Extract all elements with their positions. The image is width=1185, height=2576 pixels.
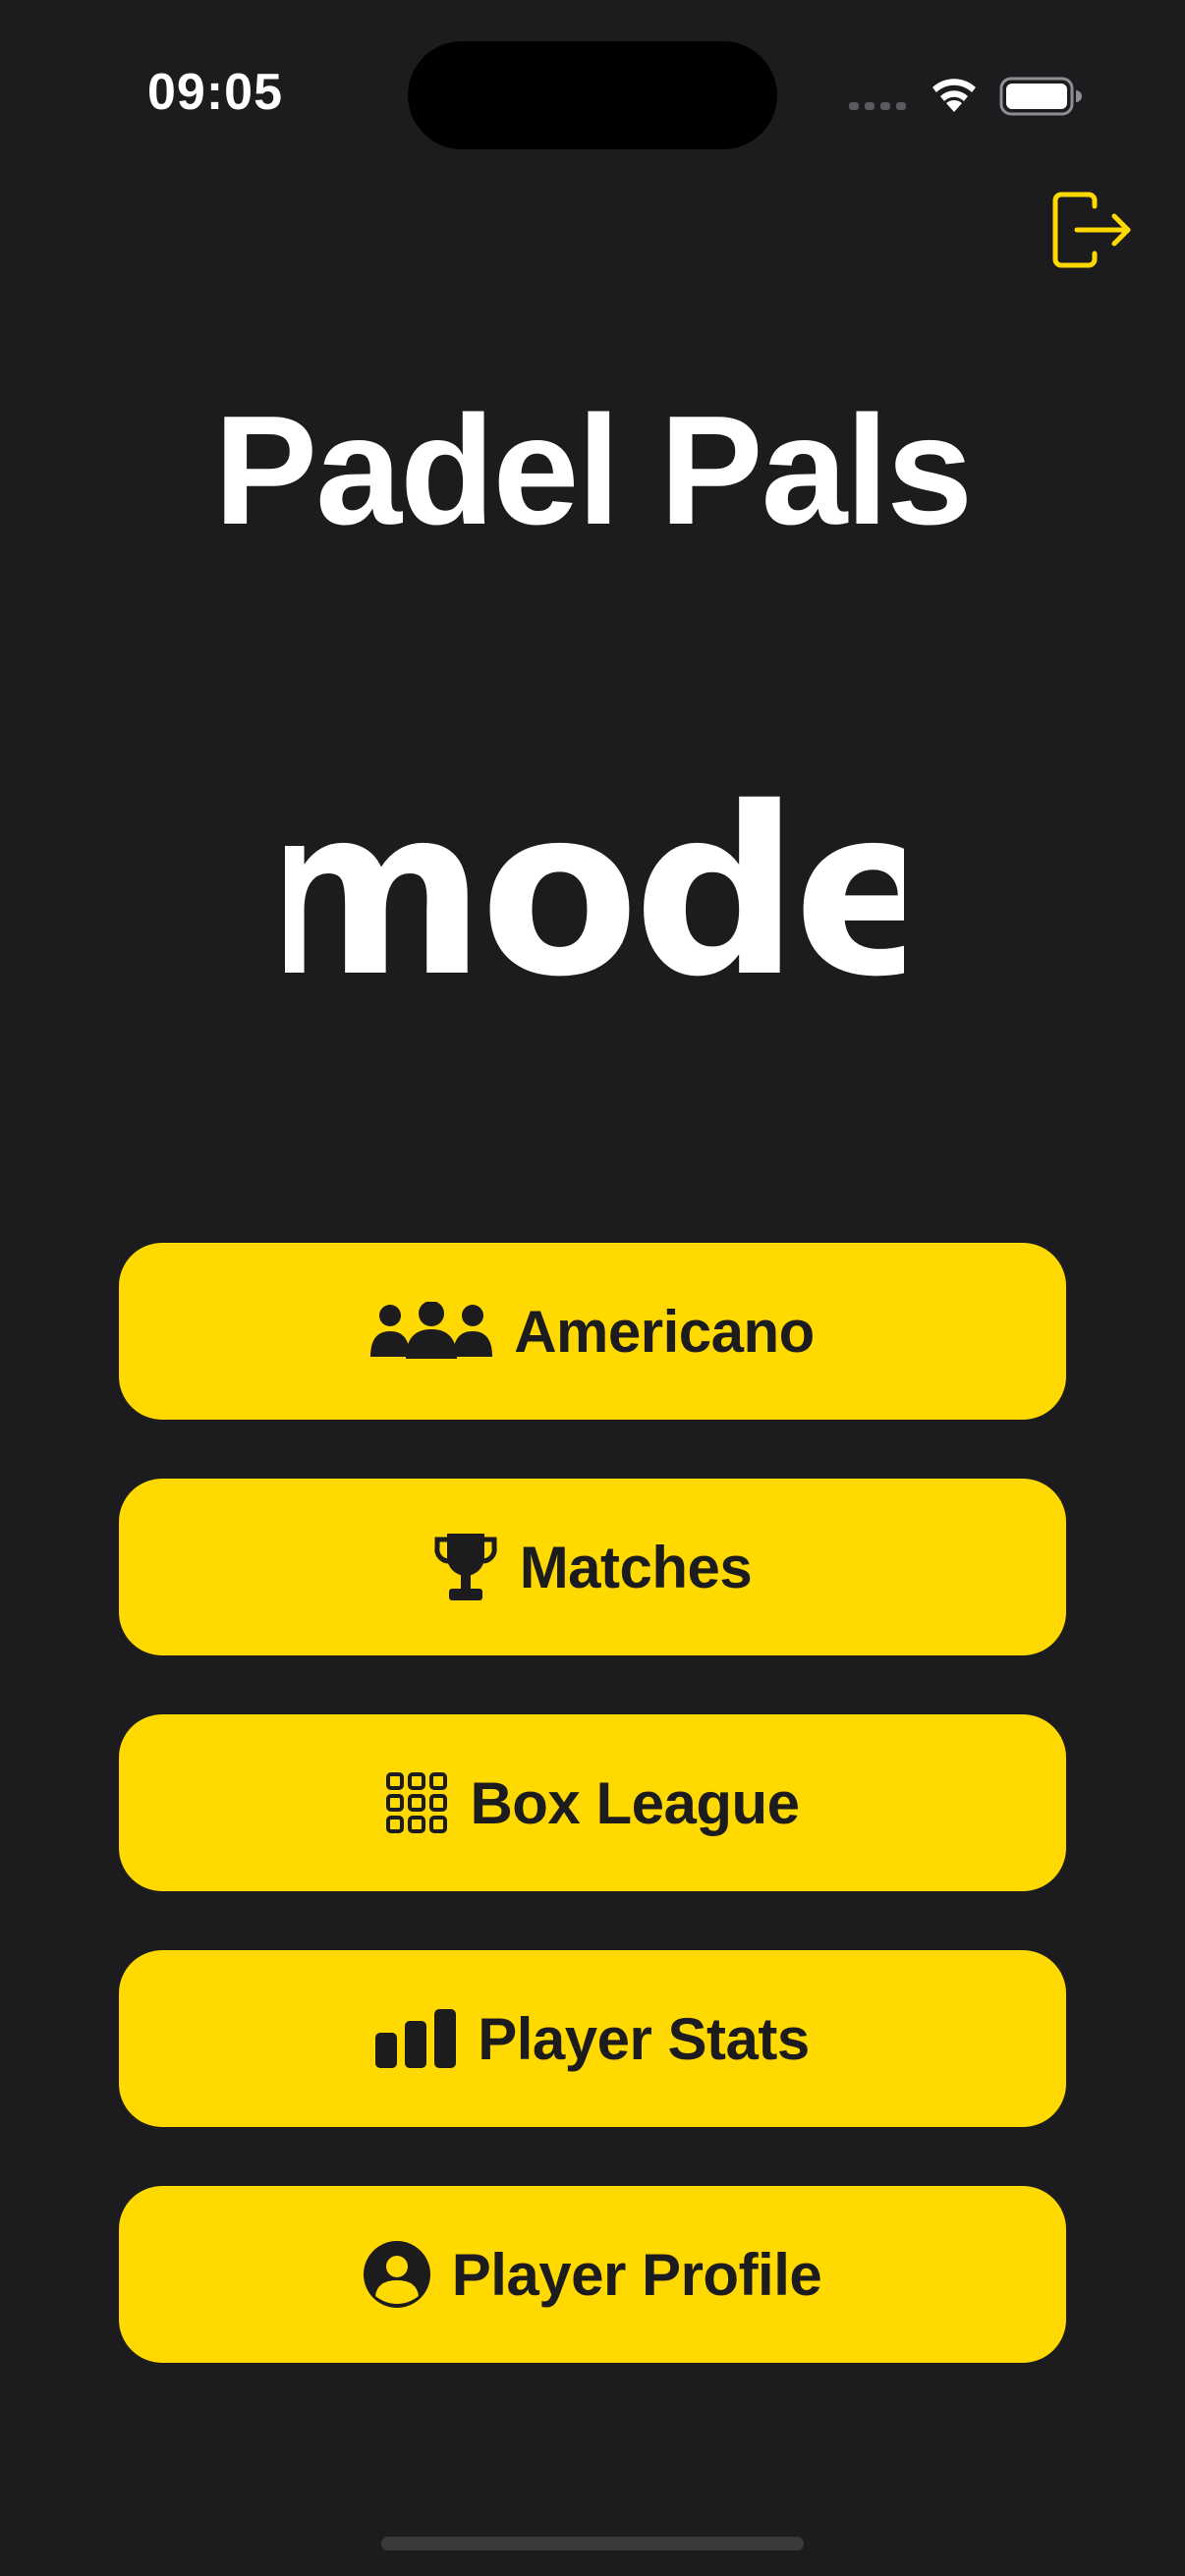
box-league-button[interactable]: Box League [119,1714,1066,1891]
americano-button[interactable]: Americano [119,1243,1066,1420]
main-menu: Americano Matches Box League Player Stat… [119,1243,1066,2422]
person-circle-icon [363,2241,430,2308]
battery-icon [999,77,1082,116]
mode-logo: mode [244,757,950,1028]
wifi-icon [932,79,976,112]
americano-label: Americano [514,1298,815,1365]
status-icons [847,71,1083,120]
logout-button[interactable] [1049,189,1134,273]
player-profile-button[interactable]: Player Profile [119,2186,1066,2363]
player-profile-label: Player Profile [451,2241,822,2308]
player-stats-button[interactable]: Player Stats [119,1950,1066,2127]
status-time: 09:05 [147,64,283,121]
cellular-icon [849,102,906,110]
page-title: Padel Pals [213,384,973,557]
trophy-icon [433,1532,498,1602]
bar-chart-icon [375,2009,457,2068]
dynamic-island [408,41,777,149]
home-indicator[interactable] [381,2537,804,2550]
matches-button[interactable]: Matches [119,1479,1066,1655]
box-league-label: Box League [470,1769,800,1836]
logout-icon [1052,192,1131,268]
grid-icon [385,1771,448,1834]
player-stats-label: Player Stats [478,2005,810,2072]
matches-label: Matches [519,1534,753,1600]
logo-text: mode [285,786,904,992]
group-icon [370,1302,493,1361]
